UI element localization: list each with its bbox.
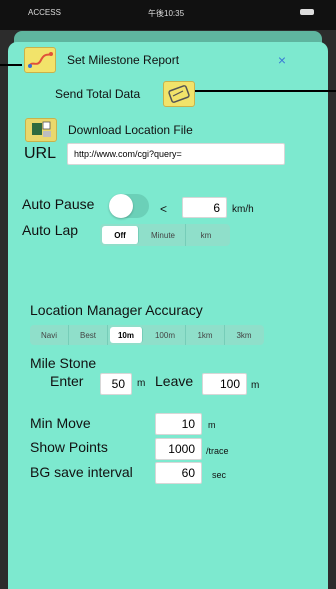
url-input[interactable]: http://www.com/cgi?query= (67, 143, 285, 165)
auto-lap-km[interactable]: km (186, 224, 226, 246)
enter-label: Enter (50, 373, 84, 389)
accuracy-navi[interactable]: Navi (30, 325, 69, 345)
download-file-icon[interactable] (25, 118, 57, 142)
min-move-label: Min Move (30, 415, 91, 431)
show-points-label: Show Points (30, 439, 108, 455)
accuracy-100m[interactable]: 100m (145, 325, 186, 345)
auto-lap-minute[interactable]: Minute (141, 224, 186, 246)
leave-distance-input[interactable]: 100 (202, 373, 247, 395)
accuracy-label: Location Manager Accuracy (30, 302, 203, 318)
bg-save-unit: sec (212, 470, 227, 480)
page-title: Set Milestone Report (67, 53, 180, 67)
battery-icon (300, 9, 314, 15)
auto-lap-segmented[interactable]: Off Minute km (100, 224, 230, 246)
download-location-label: Download Location File (68, 123, 193, 137)
auto-pause-toggle[interactable] (109, 194, 149, 218)
callout-line-right (195, 90, 336, 92)
min-move-input[interactable]: 10 (155, 413, 202, 435)
speed-less-than: < (160, 202, 168, 216)
auto-lap-off[interactable]: Off (102, 226, 139, 244)
send-total-icon[interactable] (163, 81, 195, 107)
callout-line-left (0, 64, 22, 66)
enter-unit: m (137, 378, 146, 389)
leave-unit: m (251, 380, 260, 391)
show-points-unit: /trace (206, 446, 229, 456)
clock: 午後10:35 (148, 9, 185, 18)
accuracy-3km[interactable]: 3km (225, 325, 263, 345)
accuracy-1km[interactable]: 1km (186, 325, 225, 345)
accuracy-best[interactable]: Best (69, 325, 108, 345)
bg-save-input[interactable]: 60 (155, 462, 202, 484)
close-icon[interactable]: × (275, 53, 289, 67)
auto-pause-speed-input[interactable]: 6 (182, 197, 227, 218)
url-label: URL (24, 145, 57, 162)
bg-save-label: BG save interval (30, 464, 133, 480)
milestone-label: Mile Stone (30, 355, 97, 371)
leave-label: Leave (155, 373, 194, 389)
auto-lap-label: Auto Lap (22, 222, 79, 238)
accuracy-10m[interactable]: 10m (110, 327, 143, 343)
speed-unit: km/h (232, 204, 254, 215)
milestone-report-icon[interactable] (24, 47, 56, 73)
accuracy-segmented[interactable]: Navi Best 10m 100m 1km 3km (30, 325, 264, 345)
enter-distance-input[interactable]: 50 (100, 373, 132, 395)
send-total-label: Send Total Data (55, 87, 141, 101)
carrier-label: ACCESS (28, 8, 61, 17)
show-points-input[interactable]: 1000 (155, 438, 202, 460)
min-move-unit: m (208, 420, 216, 430)
auto-pause-label: Auto Pause (22, 196, 95, 212)
status-bar: ACCESS 午後10:35 (0, 0, 336, 30)
